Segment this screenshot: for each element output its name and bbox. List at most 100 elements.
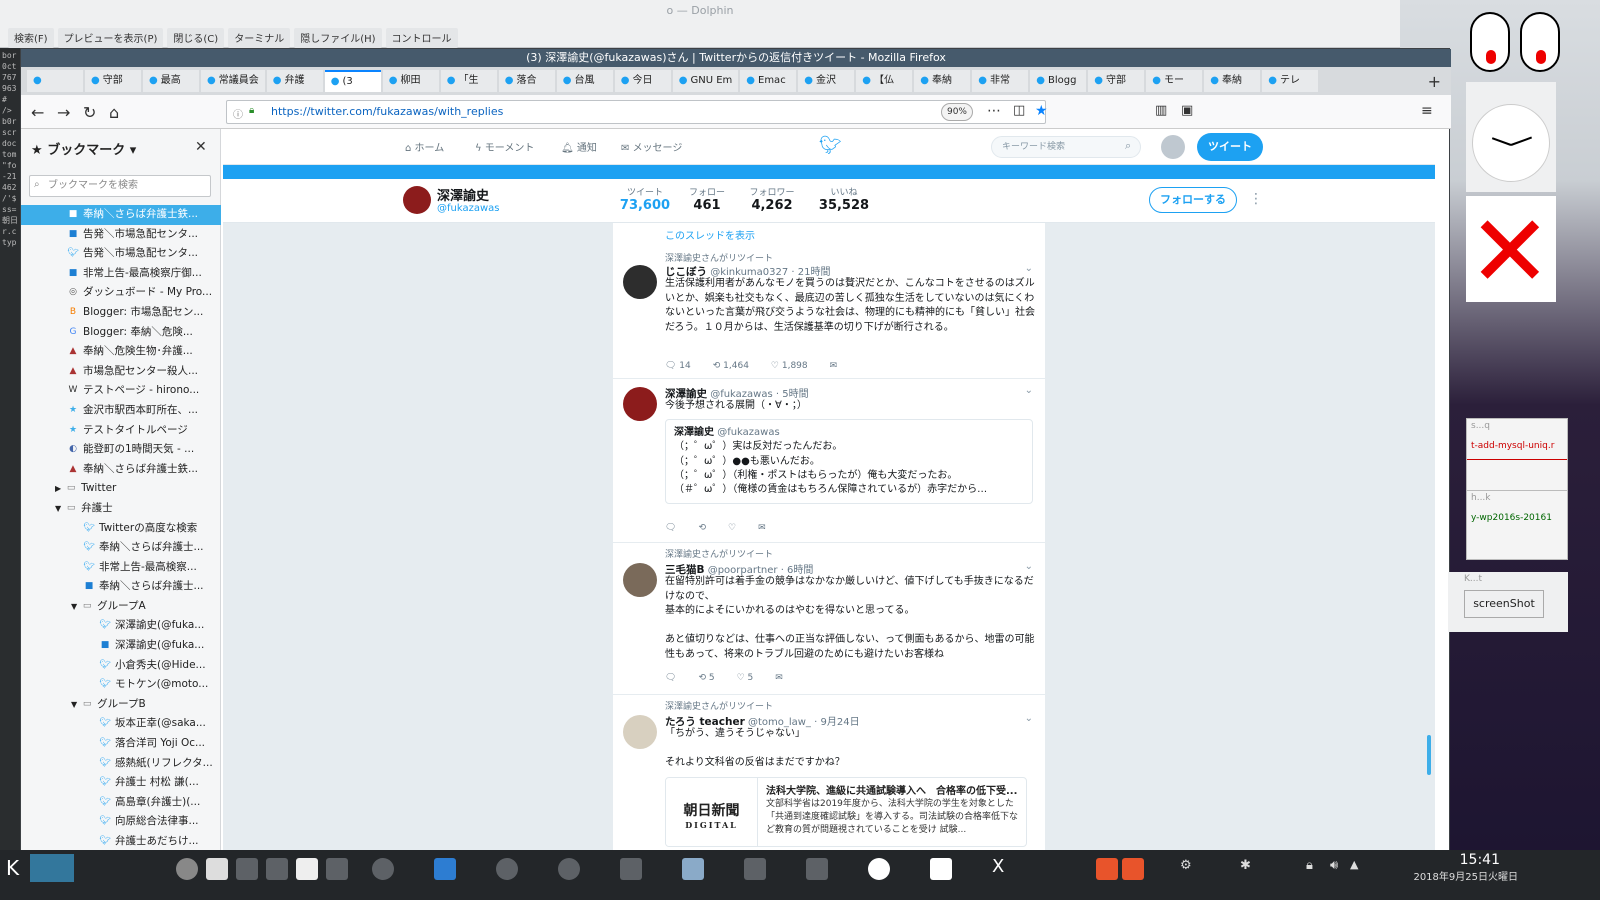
profile-handle[interactable]: @fukazawas [437, 203, 500, 214]
menu-icon[interactable]: ≡ [1421, 103, 1433, 119]
dm-icon[interactable]: ✉ [830, 361, 838, 371]
bluetooth-icon[interactable]: ✱ [1240, 858, 1251, 873]
browser-tab[interactable]: ● 弁護 [266, 70, 323, 92]
reply-icon[interactable]: 🗨︎ [665, 523, 676, 533]
browser-tab[interactable]: ● Emac [740, 70, 797, 92]
browser-tab[interactable]: ● モー [1146, 70, 1203, 92]
follow-button[interactable]: フォローする [1149, 187, 1237, 213]
sidebar-title[interactable]: ★ ブックマーク ▾ [31, 139, 136, 158]
bookmark-item[interactable]: 🐦︎ モトケン(@moto... [21, 675, 221, 695]
app-task-icon[interactable] [558, 858, 580, 880]
browser-tab[interactable]: ● 柳田 [382, 70, 439, 92]
dolphin-toolbar-button[interactable]: 検索(F) [8, 28, 54, 48]
chevron-down-icon[interactable]: ▼ [55, 499, 61, 519]
browser-tab[interactable]: ● 台風 [556, 70, 613, 92]
firefox-task-icon[interactable] [496, 858, 518, 880]
app-task-icon[interactable] [372, 858, 394, 880]
tweet[interactable]: 深澤諭史さんがリツイート 三毛猫B @poorpartner · 6時間 ⌄ 在… [613, 543, 1045, 695]
taskbar-clock[interactable]: 15:41 [1410, 852, 1500, 868]
stat-following[interactable]: フォロー 461 [677, 185, 737, 213]
sidebar-toggle-icon[interactable]: ▣ [1181, 103, 1193, 118]
nav-home[interactable]: ⌂ ホーム [405, 139, 444, 154]
app-task-icon[interactable] [620, 858, 642, 880]
twitter-search-input[interactable]: キーワード検索 [991, 136, 1141, 158]
bookmark-item[interactable]: ■ 深澤諭史(@fuka... [21, 636, 221, 656]
tweet-button[interactable]: ツイート [1197, 133, 1263, 161]
tweet[interactable]: 深澤諭史さんがリツイート たろう teacher @tomo_law_ · 9月… [613, 695, 1045, 869]
bookmark-item[interactable]: 🐦︎ 深澤諭史(@fuka... [21, 616, 221, 636]
chevron-down-icon[interactable]: ⌄ [1025, 561, 1033, 572]
app-task-icon[interactable] [266, 858, 288, 880]
tweet[interactable]: 深澤諭史 @fukazawas · 5時間 ⌄ 今後予想される展開（・∀・；） … [613, 379, 1045, 543]
bookmark-item[interactable]: 🐦︎ 坂本正幸(@saka... [21, 714, 221, 734]
stat-likes[interactable]: いいね 35,528 [809, 185, 879, 213]
dolphin-toolbar-button[interactable]: 隠しファイル(H) [294, 28, 382, 48]
chevron-down-icon[interactable]: ⌄ [1025, 713, 1033, 724]
dolphin-toolbar-button[interactable]: ターミナル [228, 28, 291, 48]
nav-messages[interactable]: ✉ メッセージ [621, 139, 682, 154]
bookmark-item[interactable]: 🐦︎ 向原総合法律事... [21, 812, 221, 832]
bookmark-item[interactable]: ★ 金沢市駅西本町所在、... [21, 401, 221, 421]
like-icon[interactable]: ♡ 1,898 [771, 361, 808, 371]
volume-icon[interactable]: 🔊︎ [1330, 858, 1338, 873]
browser-tab[interactable]: ● 落合 [498, 70, 555, 92]
browser-tab[interactable]: ● GNU Em [672, 70, 739, 92]
home-icon[interactable]: ⌂ [109, 103, 119, 122]
info-icon[interactable]: ⓘ [233, 106, 243, 121]
chevron-down-icon[interactable]: ⌄ [1025, 263, 1033, 274]
like-icon[interactable]: ♡ [728, 523, 736, 533]
app-task-icon[interactable] [806, 858, 828, 880]
nav-moments[interactable]: ϟ モーメント [475, 139, 534, 154]
app-task-icon[interactable] [236, 858, 258, 880]
browser-tab[interactable]: ● 守部 [85, 70, 141, 92]
tweet-avatar[interactable] [623, 563, 657, 597]
close-icon[interactable]: ✕ [195, 139, 207, 155]
browser-tab[interactable]: ● テレ [1262, 70, 1319, 92]
search-icon[interactable]: ⌕ [1125, 139, 1131, 153]
zoom-level[interactable]: 90% [941, 103, 973, 121]
bookmark-item[interactable]: 🐦︎ 弁護士 村松 謙(... [21, 773, 221, 793]
nav-notifications[interactable]: 🔔︎ 通知 [561, 139, 597, 154]
user-avatar[interactable] [1161, 135, 1185, 159]
bookmark-folder[interactable]: ▼ ▭ グループB [21, 695, 221, 715]
bookmark-item[interactable]: ▲ 市場急配センター殺人... [21, 362, 221, 382]
tweet-avatar[interactable] [623, 387, 657, 421]
retweet-icon[interactable]: ⟲ 5 [698, 673, 714, 683]
app-task-icon[interactable] [326, 858, 348, 880]
dm-icon[interactable]: ✉ [775, 673, 783, 683]
browser-tab[interactable]: ● 奉納 [914, 70, 971, 92]
app-task-icon[interactable] [744, 858, 766, 880]
browser-tab[interactable]: ● 常議員会 [201, 70, 265, 92]
chevron-down-icon[interactable]: ⌄ [1025, 385, 1033, 396]
bookmark-item[interactable]: B Blogger: 市場急配セン... [21, 303, 221, 323]
dolphin-toolbar-button[interactable]: プレビューを表示(P) [57, 28, 164, 48]
browser-tab[interactable]: ● 「生 [440, 70, 497, 92]
bookmark-star-icon[interactable]: ★ [1035, 103, 1048, 119]
browser-tab[interactable]: ● 非常 [972, 70, 1029, 92]
reply-icon[interactable]: 🗨︎ [665, 673, 676, 683]
back-icon[interactable]: ← [31, 103, 44, 122]
new-tab-icon[interactable]: + [1418, 72, 1451, 91]
taskbar-date[interactable]: 2018年9月25日火曜日 [1358, 868, 1518, 883]
retweet-icon[interactable]: ⟲ 1,464 [713, 361, 749, 371]
tweet-avatar[interactable] [623, 715, 657, 749]
bookmark-item[interactable]: ◐ 能登町の1時間天気 - ... [21, 440, 221, 460]
bookmark-item[interactable]: ▲ 奉納＼さらば弁護士鉄... [21, 460, 221, 480]
profile-avatar[interactable] [403, 186, 431, 214]
dolphin-task-icon[interactable] [434, 858, 456, 880]
forward-icon[interactable]: → [57, 103, 70, 122]
bookmark-item[interactable]: 🐦︎ 高島章(弁護士)(... [21, 793, 221, 813]
browser-tab[interactable]: ● 【仏 [856, 70, 913, 92]
url-bar[interactable]: https://twitter.com/fukazawas/with_repli… [226, 100, 1046, 124]
input-method-tool-icon[interactable] [1122, 858, 1144, 880]
bookmark-item[interactable]: ■ 告発＼市場急配センタ... [21, 225, 221, 245]
twitter-bird-icon[interactable]: 🐦︎ [819, 135, 842, 156]
dm-icon[interactable]: ✉ [758, 523, 766, 533]
screenshot-button[interactable]: screenShot [1464, 590, 1544, 618]
chevron-down-icon[interactable]: ▼ [71, 597, 77, 617]
browser-tab[interactable]: ● 奉納 [1204, 70, 1261, 92]
dolphin-toolbar-button[interactable]: コントロール [385, 28, 458, 48]
pocket-icon[interactable]: ◫ [1013, 103, 1025, 118]
xeyes-task-icon[interactable] [930, 858, 952, 880]
browser-tab[interactable]: ● 今日 [614, 70, 671, 92]
